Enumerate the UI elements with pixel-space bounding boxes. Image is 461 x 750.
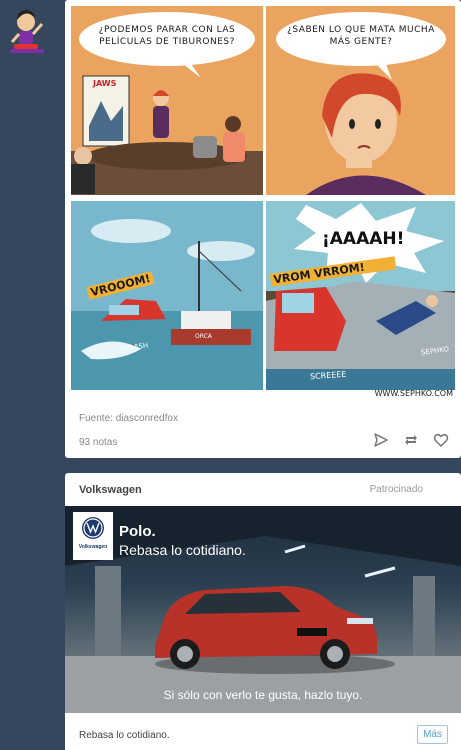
like-icon[interactable] <box>433 432 449 448</box>
post-source[interactable]: Fuente: diasconredfox <box>79 413 178 424</box>
ad-title: Polo. <box>119 523 156 540</box>
comic-image: ¿PODEMOS PARAR CON LAS PELÍCULAS DE TIBU… <box>65 0 461 400</box>
comic-panel-3: VROOOM! SPLASH ORCA <box>71 201 263 390</box>
blog-avatar[interactable] <box>4 4 52 60</box>
post-actions <box>373 432 449 448</box>
notes-count[interactable]: 93 notas <box>79 437 117 448</box>
ad-subtitle: Rebasa lo cotidiano. <box>119 542 246 558</box>
comic-panel-1: ¿PODEMOS PARAR CON LAS PELÍCULAS DE TIBU… <box>71 6 263 195</box>
poster-title: JAWS <box>93 79 117 88</box>
sponsored-post: Volkswagen Patrocinado Volkswagen Polo. … <box>65 473 461 750</box>
comic-signature: WWW.SEPHKO.COM <box>374 389 453 398</box>
vw-logo-icon <box>82 517 104 539</box>
sponsored-label: Patrocinado <box>369 484 423 495</box>
ad-caption: Rebasa lo cotidiano. <box>79 730 170 741</box>
vw-logo-label: Volkswagen <box>78 544 108 550</box>
ad-tagline: Si sólo con verlo te gusta, hazlo tuyo. <box>163 688 363 702</box>
vw-logo-box: Volkswagen <box>73 512 113 560</box>
scream-text: ¡AAAAH! <box>322 229 405 249</box>
share-icon[interactable] <box>373 432 389 448</box>
ad-image[interactable]: Volkswagen Polo. Rebasa lo cotidiano. Si… <box>65 506 461 713</box>
comic-post: ¿PODEMOS PARAR CON LAS PELÍCULAS DE TIBU… <box>65 0 461 458</box>
boat-name: ORCA <box>195 333 212 340</box>
comic-panel-4: ¡AAAAH! VROM VRROM! SCREEEE SEPHKO <box>266 201 455 390</box>
comic-panel-2: ¿SABEN LO QUE MATA MUCHA MÁS GENTE? <box>266 6 455 195</box>
more-button[interactable]: Más <box>417 725 448 744</box>
advertiser-name[interactable]: Volkswagen <box>79 484 142 496</box>
reblog-icon[interactable] <box>403 432 419 448</box>
